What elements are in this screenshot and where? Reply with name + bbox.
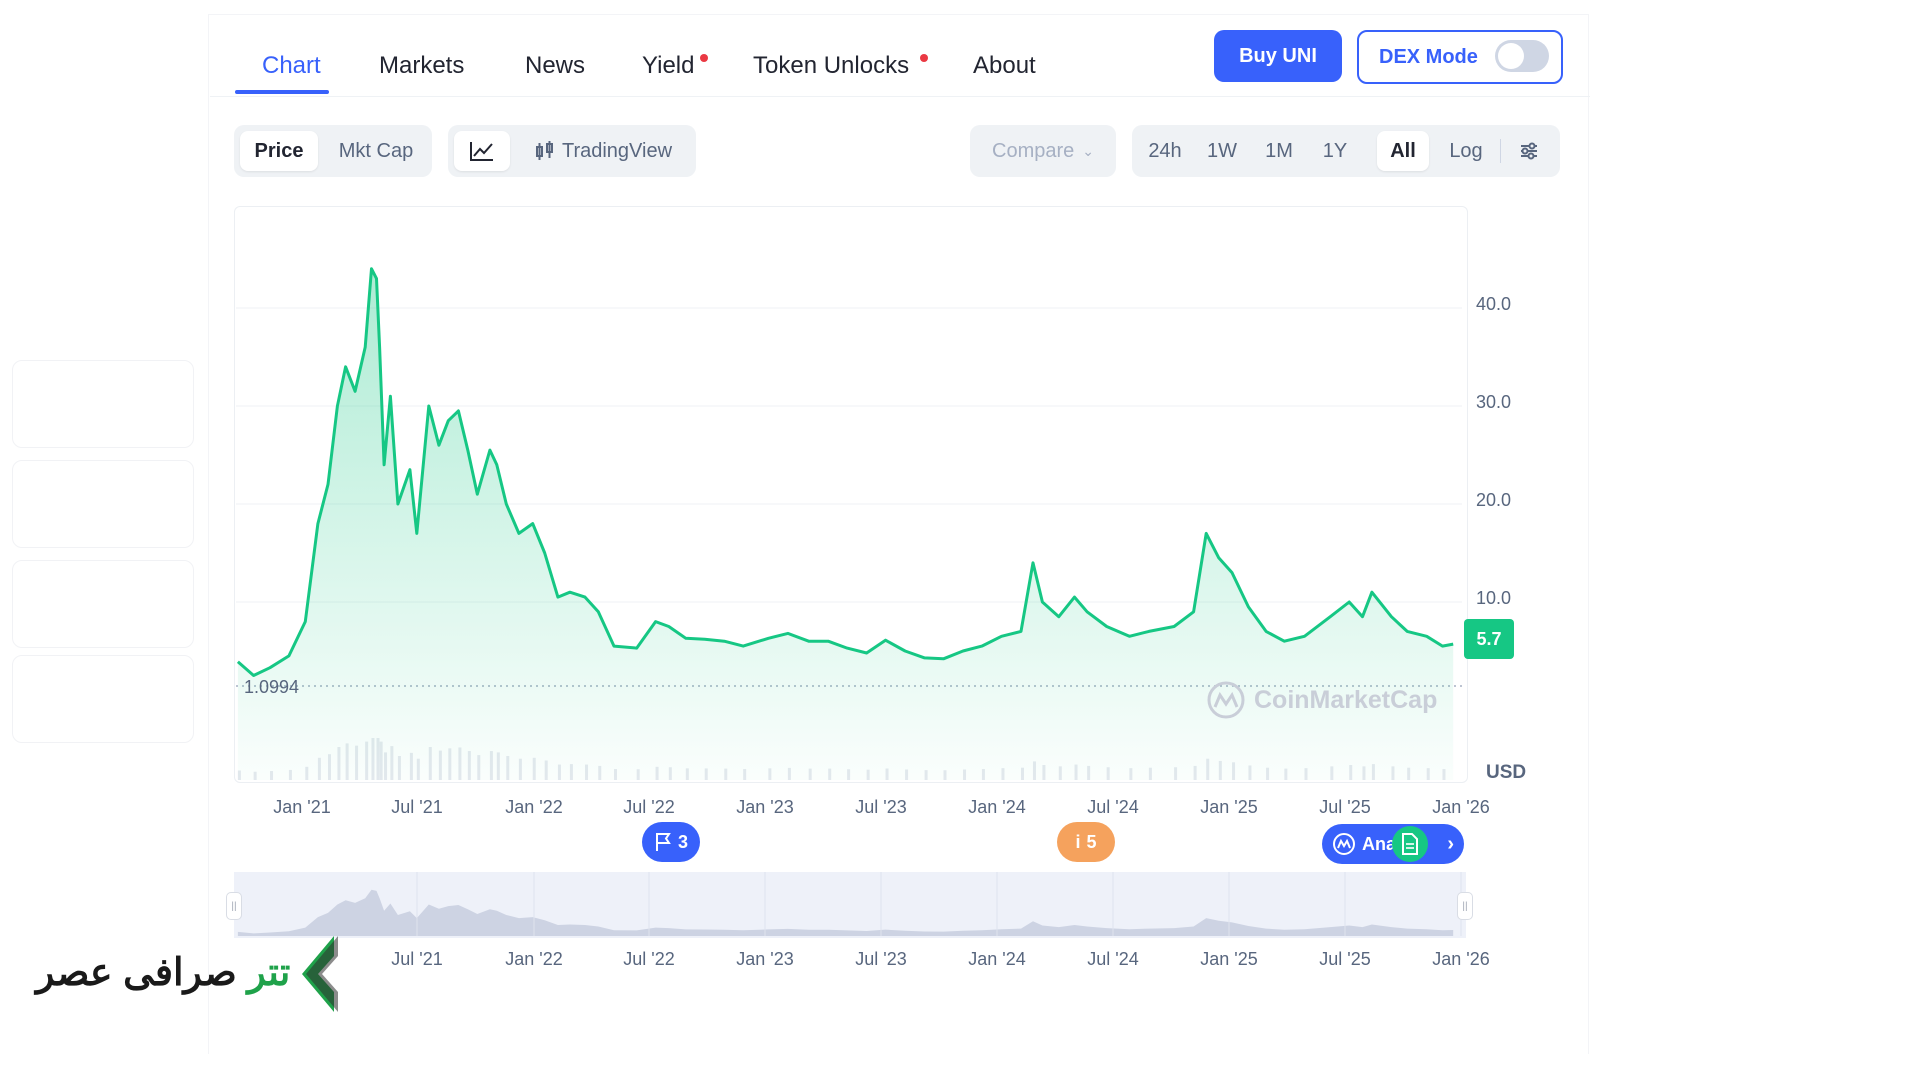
document-marker[interactable]: [1392, 826, 1428, 862]
navigator-tick: Jul '25: [1319, 949, 1371, 969]
x-tick: Jul '25: [1319, 797, 1371, 817]
navigator-tick: Jan '26: [1432, 949, 1490, 969]
info-events-marker[interactable]: i 5: [1057, 822, 1115, 862]
navigator-tick: Jan '25: [1200, 949, 1258, 969]
all-time-low-label: 1.0994: [244, 677, 300, 697]
x-tick: Jan '23: [736, 797, 794, 817]
y-tick: 10.0: [1476, 588, 1512, 608]
x-tick: Jan '21: [273, 797, 331, 817]
analysis-label: Ana: [1362, 833, 1397, 854]
x-tick: Jan '26: [1432, 797, 1490, 817]
y-tick: 40.0: [1476, 294, 1512, 314]
cmc-ai-icon: [1333, 833, 1355, 855]
flag-icon: [655, 833, 671, 851]
navigator-tick: Jan '24: [968, 949, 1026, 969]
navigator-tick: Jan '23: [736, 949, 794, 969]
navigator-left-handle[interactable]: ||: [226, 892, 242, 920]
brand-logo: تتر صرافی عصر: [36, 934, 338, 1014]
navigator-tick: Jan '22: [505, 949, 563, 969]
y-tick: 30.0: [1476, 392, 1512, 412]
x-tick: Jul '23: [855, 797, 907, 817]
current-price-tag: 5.7: [1464, 619, 1514, 659]
navigator-tick: Jul '22: [623, 949, 675, 969]
x-tick: Jan '25: [1200, 797, 1258, 817]
currency-label: USD: [1486, 762, 1527, 783]
x-tick: Jul '21: [391, 797, 443, 817]
x-tick: Jan '24: [968, 797, 1026, 817]
x-tick: Jul '24: [1087, 797, 1139, 817]
chevron-right-icon: ›: [1447, 832, 1454, 855]
brand-name: تتر صرافی عصر: [36, 952, 291, 994]
coinmarketcap-logo-icon: [1207, 681, 1245, 719]
brand-emblem-icon: [302, 936, 338, 1012]
navigator-tick: Jul '23: [855, 949, 907, 969]
document-icon: [1402, 833, 1418, 855]
navigator-right-handle[interactable]: ||: [1457, 892, 1473, 920]
info-icon: i: [1075, 831, 1081, 852]
x-tick: Jul '22: [623, 797, 675, 817]
y-tick: 20.0: [1476, 490, 1512, 510]
x-tick: Jan '22: [505, 797, 563, 817]
navigator-tick: Jul '24: [1087, 949, 1139, 969]
flag-events-marker[interactable]: 3: [642, 822, 700, 862]
watermark: CoinMarketCap: [1206, 680, 1437, 720]
navigator-tick: Jul '21: [391, 949, 443, 969]
range-navigator[interactable]: [234, 872, 1466, 938]
